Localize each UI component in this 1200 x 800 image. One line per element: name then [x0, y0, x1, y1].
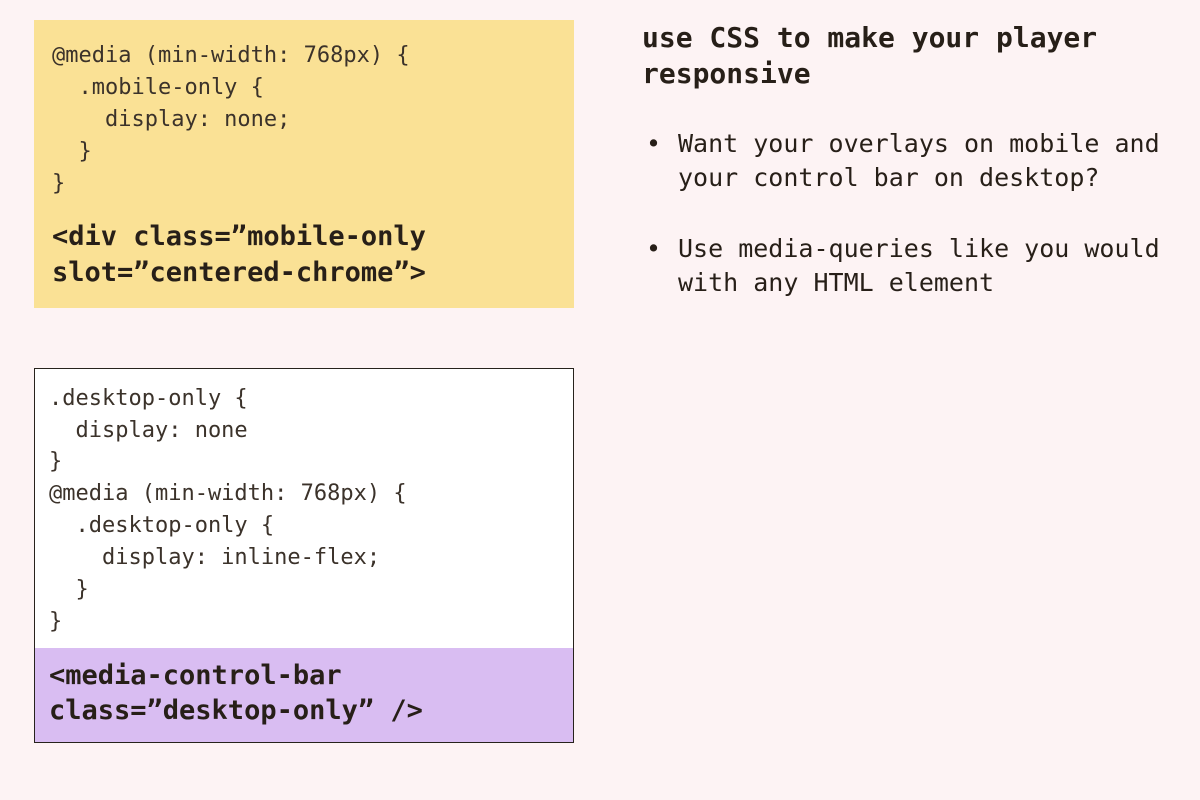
explanation-column: use CSS to make your player responsive W… [574, 20, 1170, 780]
desktop-only-css: .desktop-only { display: none } @media (… [35, 369, 573, 648]
code-examples-column: @media (min-width: 768px) { .mobile-only… [34, 20, 574, 780]
desktop-only-markup: <media-control-bar class=”desktop-only” … [49, 658, 559, 728]
bullet-item: Want your overlays on mobile and your co… [642, 127, 1170, 195]
bullet-item: Use media-queries like you would with an… [642, 232, 1170, 300]
desktop-only-markup-wrap: <media-control-bar class=”desktop-only” … [35, 648, 573, 742]
bullet-list: Want your overlays on mobile and your co… [642, 127, 1170, 300]
mobile-only-css: @media (min-width: 768px) { .mobile-only… [52, 40, 556, 199]
desktop-only-example: .desktop-only { display: none } @media (… [34, 368, 574, 743]
mobile-only-example: @media (min-width: 768px) { .mobile-only… [34, 20, 574, 308]
mobile-only-markup: <div class=”mobile-only slot=”centered-c… [52, 219, 556, 289]
slide-title: use CSS to make your player responsive [642, 20, 1170, 93]
